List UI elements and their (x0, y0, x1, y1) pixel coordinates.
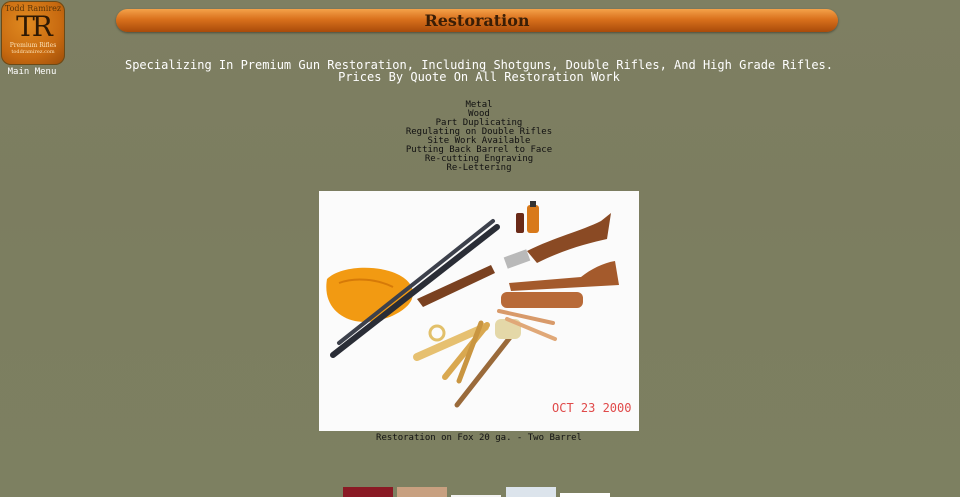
main-menu-link[interactable]: Main Menu (0, 67, 64, 77)
restoration-photo-illustration: OCT 23 2000 (319, 191, 639, 431)
services-list: Metal Wood Part Duplicating Regulating o… (380, 101, 578, 173)
thumbnail-white-2[interactable] (560, 493, 610, 497)
site-logo[interactable]: Todd Ramirez TR Premium Rifles toddramir… (1, 1, 65, 65)
page-title: Restoration (424, 11, 530, 30)
restoration-photo: OCT 23 2000 (319, 191, 639, 431)
logo-monogram: TR (16, 10, 53, 43)
logo-subtitle: Premium Rifles (9, 42, 57, 49)
thumbnail-red[interactable] (343, 487, 393, 497)
photo-date-stamp: OCT 23 2000 (552, 401, 631, 415)
title-banner: Restoration (116, 9, 838, 32)
photo-caption: Restoration on Fox 20 ga. - Two Barrel (376, 433, 582, 443)
thumbnail-gun[interactable] (506, 487, 556, 497)
intro-text: Specializing In Premium Gun Restoration,… (124, 58, 833, 84)
logo-site: toddramirez.com (11, 49, 55, 55)
thumbnail-wood[interactable] (397, 487, 447, 497)
service-item: Re-Lettering (446, 163, 512, 173)
